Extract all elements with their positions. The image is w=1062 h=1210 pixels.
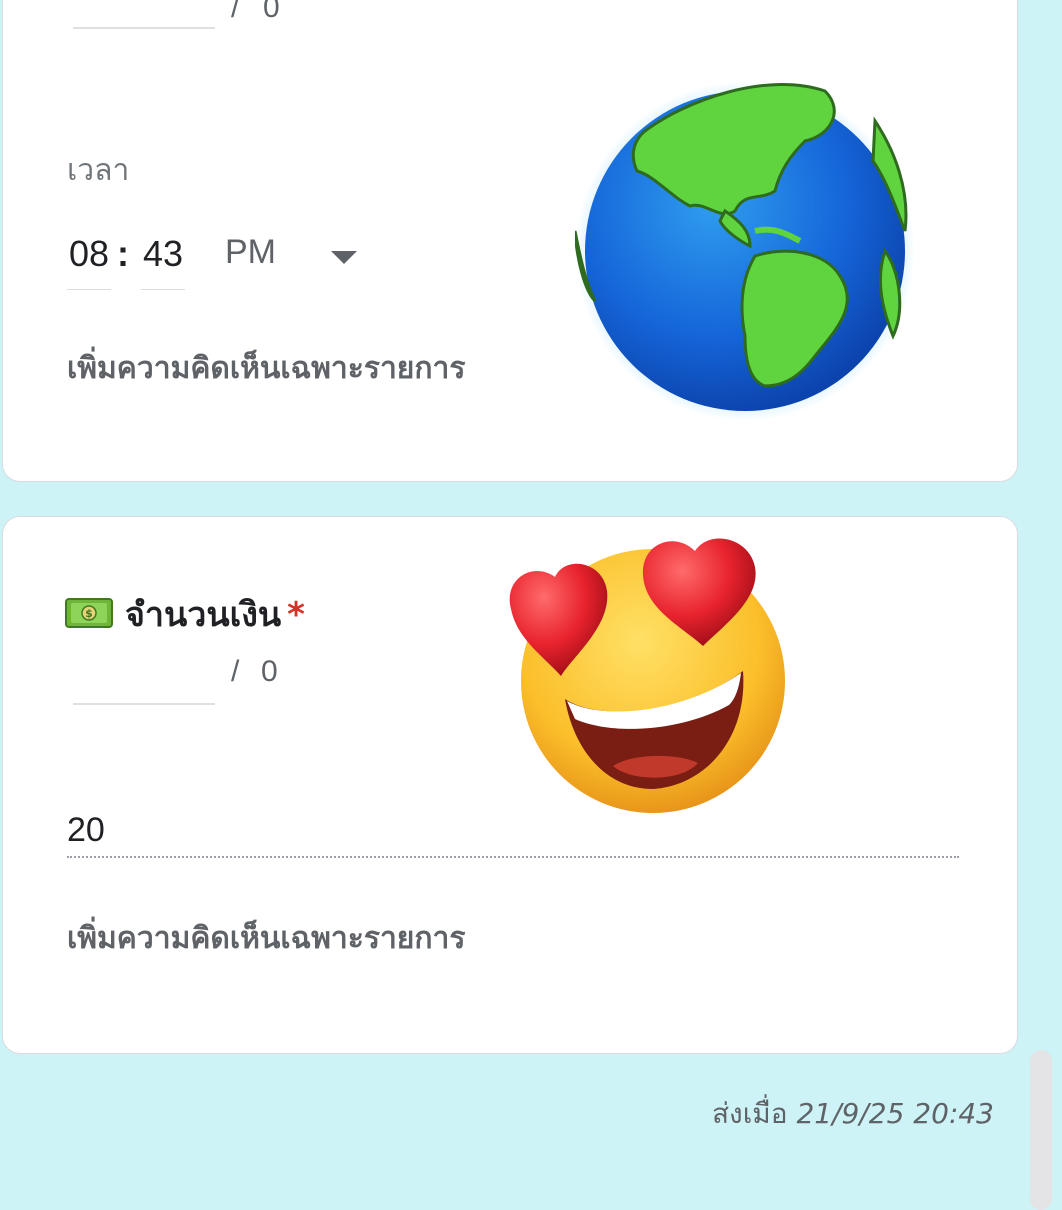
time-label: เวลา — [67, 153, 130, 188]
svg-text:$: $ — [85, 607, 93, 620]
time-separator: : — [117, 233, 129, 274]
heart-eyes-emoji-icon — [509, 538, 785, 813]
question-title-text: จำนวนเงิน — [125, 595, 282, 635]
short-answer-input[interactable] — [73, 703, 215, 705]
required-asterisk: * — [287, 595, 305, 635]
minute-input[interactable]: 43 — [141, 233, 185, 290]
counter-value: 0 — [261, 655, 278, 688]
previous-short-answer-input[interactable] — [73, 27, 215, 29]
sent-time: 21/9/25 20:43 — [796, 1097, 994, 1130]
time-question-card: / 0 เวลา 08 : 43 PM เพิ่มความคิดเห็นเฉพา… — [2, 0, 1018, 482]
money-bill-icon: $ — [65, 597, 113, 628]
sent-timestamp: ส่งเมื่อ 21/9/25 20:43 — [712, 1092, 994, 1136]
hour-input[interactable]: 08 — [67, 233, 111, 290]
dropdown-arrow-icon — [331, 251, 357, 264]
previous-counter-slash: / — [231, 0, 240, 24]
globe-sticker-icon — [575, 81, 915, 421]
sent-label: ส่งเมื่อ — [711, 1097, 788, 1130]
add-item-comment-link[interactable]: เพิ่มความคิดเห็นเฉพาะรายการ — [67, 345, 466, 392]
ampm-select[interactable]: PM — [225, 229, 365, 273]
counter-slash: / — [231, 655, 240, 688]
scrollbar[interactable] — [1030, 1050, 1052, 1210]
amount-question-card: $ จำนวนเงิน * / 0 20 เพิ่มความคิดเห็นเฉพา… — [2, 516, 1018, 1054]
question-title: $ จำนวนเงิน * — [65, 587, 305, 641]
ampm-value: PM — [225, 233, 276, 271]
previous-counter-value: 0 — [263, 0, 280, 24]
add-item-comment-link[interactable]: เพิ่มความคิดเห็นเฉพาะรายการ — [67, 915, 466, 962]
